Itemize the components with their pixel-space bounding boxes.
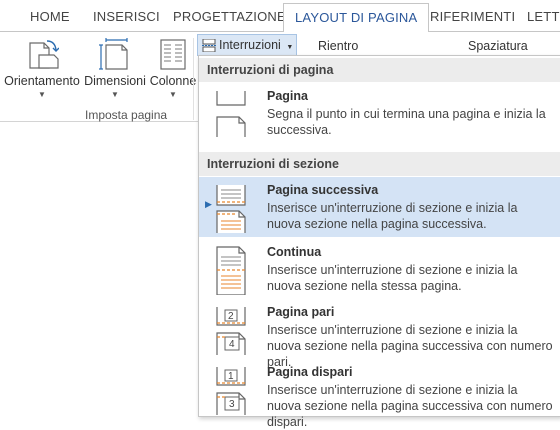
chevron-down-icon: ▼ <box>169 90 177 99</box>
menu-item-pagina-dispari[interactable]: 1 3 Pagina dispari Inserisce un'interruz… <box>199 359 560 429</box>
spaziatura-label: Spaziatura <box>468 39 528 53</box>
rientro-label: Rientro <box>318 39 359 53</box>
breaks-dropdown-menu: Interruzioni di pagina Pagina Segna il p… <box>198 55 560 429</box>
chevron-down-icon: ▼ <box>38 90 46 99</box>
menu-item-description: Inserisce un'interruzione di sezione e i… <box>267 201 518 231</box>
dimensioni-label: Dimensioni <box>84 74 146 88</box>
ribbon-tabbar: HOME INSERISCI PROGETTAZIONE LAYOUT DI P… <box>0 0 560 32</box>
colonne-button[interactable]: Colonne ▼ <box>148 32 198 99</box>
even-number: 2 <box>228 311 234 322</box>
columns-icon <box>160 39 186 70</box>
even-page-break-icon: 2 4 <box>216 307 246 355</box>
menu-item-title: Pagina pari <box>267 305 335 319</box>
continuous-break-icon <box>216 246 246 295</box>
menu-item-pagina[interactable]: Pagina Segna il punto in cui termina una… <box>199 83 560 143</box>
page-break-icon <box>216 91 246 137</box>
menu-item-description: Segna il punto in cui termina una pagina… <box>267 107 546 137</box>
section-header-section-breaks: Interruzioni di sezione <box>199 152 560 176</box>
tab-lettere[interactable]: LETTE <box>527 0 560 31</box>
tab-riferimenti[interactable]: RIFERIMENTI <box>430 0 515 31</box>
colonne-label: Colonne <box>149 74 197 88</box>
dimensioni-button[interactable]: Dimensioni ▼ <box>83 32 147 99</box>
group-separator <box>193 38 194 120</box>
menu-item-title: Pagina dispari <box>267 365 353 379</box>
odd-page-break-icon: 1 3 <box>216 367 246 415</box>
menu-item-pagina-successiva[interactable]: ▶ Pagina successiva Inserisce un'interru… <box>199 177 560 237</box>
menu-item-pagina-pari[interactable]: 2 4 Pagina pari Inserisce un'interruzion… <box>199 299 560 369</box>
even-number-next: 4 <box>229 339 235 350</box>
menu-item-description: Inserisce un'interruzione di sezione e i… <box>267 263 518 293</box>
tab-inserisci[interactable]: INSERISCI <box>93 0 160 31</box>
menu-item-title: Continua <box>267 245 322 259</box>
menu-item-description: Inserisce un'interruzione di sezione e i… <box>267 383 553 429</box>
menu-item-continua[interactable]: Continua Inserisce un'interruzione di se… <box>199 239 560 299</box>
menu-item-title: Pagina <box>267 89 308 103</box>
orientation-icon <box>29 40 59 69</box>
group-label-imposta-pagina: Imposta pagina <box>85 108 168 122</box>
tab-progettazione[interactable]: PROGETTAZIONE <box>173 0 286 31</box>
odd-number: 1 <box>228 371 234 382</box>
breaks-icon <box>202 39 216 52</box>
next-page-break-icon <box>216 185 246 233</box>
chevron-down-icon: ▼ <box>111 90 119 99</box>
section-header-page-breaks: Interruzioni di pagina <box>199 58 560 82</box>
orientamento-label: Orientamento <box>4 74 80 88</box>
page-size-icon <box>99 38 128 70</box>
interruzioni-button[interactable]: Interruzioni ▼ <box>197 34 297 56</box>
tab-layout-di-pagina[interactable]: LAYOUT DI PAGINA <box>283 3 430 32</box>
chevron-down-icon: ▼ <box>286 44 294 51</box>
interruzioni-label: Interruzioni <box>219 38 281 52</box>
menu-item-title: Pagina successiva <box>267 183 379 197</box>
tab-home[interactable]: HOME <box>30 0 70 31</box>
odd-number-next: 3 <box>229 399 235 410</box>
orientamento-button[interactable]: Orientamento ▼ <box>4 32 80 99</box>
